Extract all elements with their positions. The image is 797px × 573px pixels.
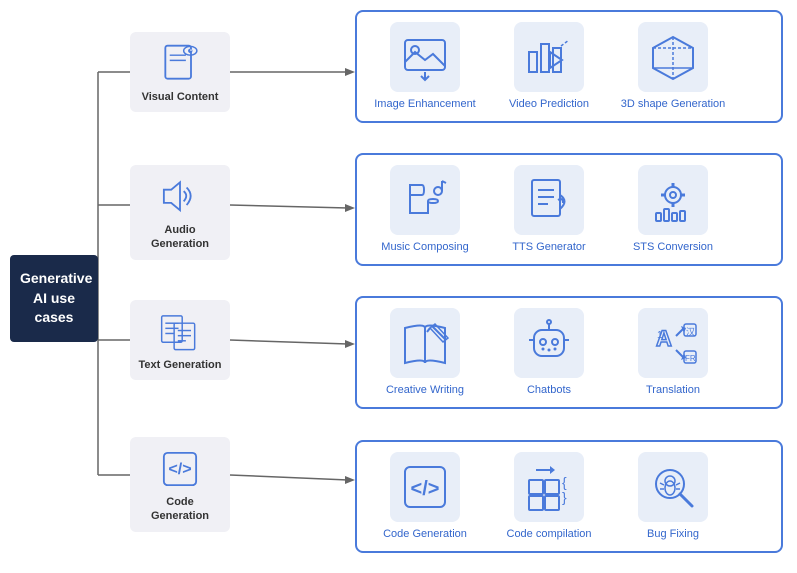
text-icon xyxy=(158,310,202,354)
output-item-tts: TTS Generator xyxy=(489,165,609,254)
codegen-icon-box: </> xyxy=(390,452,460,522)
shape3d-icon-box xyxy=(638,22,708,92)
audio-icon xyxy=(158,175,202,219)
compile-icon: { } xyxy=(524,462,574,512)
svg-text:</>: </> xyxy=(168,460,191,478)
codegen-icon: </> xyxy=(400,462,450,512)
category-code: </> Code Generation xyxy=(130,437,230,532)
translation-icon-box: A 1 汉 FR xyxy=(638,308,708,378)
video-icon xyxy=(524,32,574,82)
audio-label: Audio Generation xyxy=(136,223,224,252)
visual-icon xyxy=(158,42,202,86)
svg-text:FR: FR xyxy=(685,354,696,363)
output-item-bug: Bug Fixing xyxy=(613,452,733,541)
main-box: Generative AI use cases xyxy=(10,255,98,342)
output-item-image: Image Enhancement xyxy=(365,22,485,111)
compile-icon-box: { } xyxy=(514,452,584,522)
svg-text:1: 1 xyxy=(657,330,663,341)
video-label: Video Prediction xyxy=(509,97,589,111)
output-item-writing: Creative Writing xyxy=(365,308,485,397)
main-label: Generative AI use cases xyxy=(20,270,92,325)
image-icon xyxy=(400,32,450,82)
output-item-sts: STS Conversion xyxy=(613,165,733,254)
output-item-chatbot: Chatbots xyxy=(489,308,609,397)
sts-icon-box xyxy=(638,165,708,235)
shape3d-label: 3D shape Generation xyxy=(621,97,726,111)
code-icon: </> xyxy=(158,447,202,491)
output-item-codegen: </> Code Generation xyxy=(365,452,485,541)
diagram: Generative AI use cases Visual Content A… xyxy=(0,0,797,573)
image-label: Image Enhancement xyxy=(374,97,476,111)
translation-label: Translation xyxy=(646,383,700,397)
output-group-code: </> Code Generation { } xyxy=(355,440,783,553)
output-group-audio: Music Composing TTS Generator xyxy=(355,153,783,266)
music-icon xyxy=(400,175,450,225)
visual-label: Visual Content xyxy=(142,90,219,104)
svg-text:{: { xyxy=(562,474,567,490)
bug-icon-box xyxy=(638,452,708,522)
category-visual: Visual Content xyxy=(130,32,230,112)
writing-icon xyxy=(400,318,450,368)
music-label: Music Composing xyxy=(381,240,468,254)
video-icon-box xyxy=(514,22,584,92)
translation-icon: A 1 汉 FR xyxy=(648,318,698,368)
output-item-compile: { } Code compilation xyxy=(489,452,609,541)
tts-icon xyxy=(524,175,574,225)
output-item-3d: 3D shape Generation xyxy=(613,22,733,111)
svg-text:}: } xyxy=(562,489,567,505)
sts-label: STS Conversion xyxy=(633,240,713,254)
shape3d-icon xyxy=(648,32,698,82)
chatbot-icon xyxy=(524,318,574,368)
category-audio: Audio Generation xyxy=(130,165,230,260)
svg-text:</>: </> xyxy=(411,478,440,500)
chatbot-label: Chatbots xyxy=(527,383,571,397)
bug-label: Bug Fixing xyxy=(647,527,699,541)
sts-icon xyxy=(648,175,698,225)
writing-icon-box xyxy=(390,308,460,378)
code-label: Code Generation xyxy=(136,495,224,524)
output-item-translation: A 1 汉 FR Translation xyxy=(613,308,733,397)
chatbot-icon-box xyxy=(514,308,584,378)
codegen-label: Code Generation xyxy=(383,527,467,541)
compile-label: Code compilation xyxy=(507,527,592,541)
output-group-text: Creative Writing xyxy=(355,296,783,409)
output-group-visual: Image Enhancement Video Prediction xyxy=(355,10,783,123)
text-label: Text Generation xyxy=(139,358,222,372)
category-text: Text Generation xyxy=(130,300,230,380)
svg-text:汉: 汉 xyxy=(686,327,695,337)
music-icon-box xyxy=(390,165,460,235)
bug-icon xyxy=(648,462,698,512)
tts-label: TTS Generator xyxy=(512,240,585,254)
image-icon-box xyxy=(390,22,460,92)
writing-label: Creative Writing xyxy=(386,383,464,397)
output-item-music: Music Composing xyxy=(365,165,485,254)
tts-icon-box xyxy=(514,165,584,235)
output-item-video: Video Prediction xyxy=(489,22,609,111)
